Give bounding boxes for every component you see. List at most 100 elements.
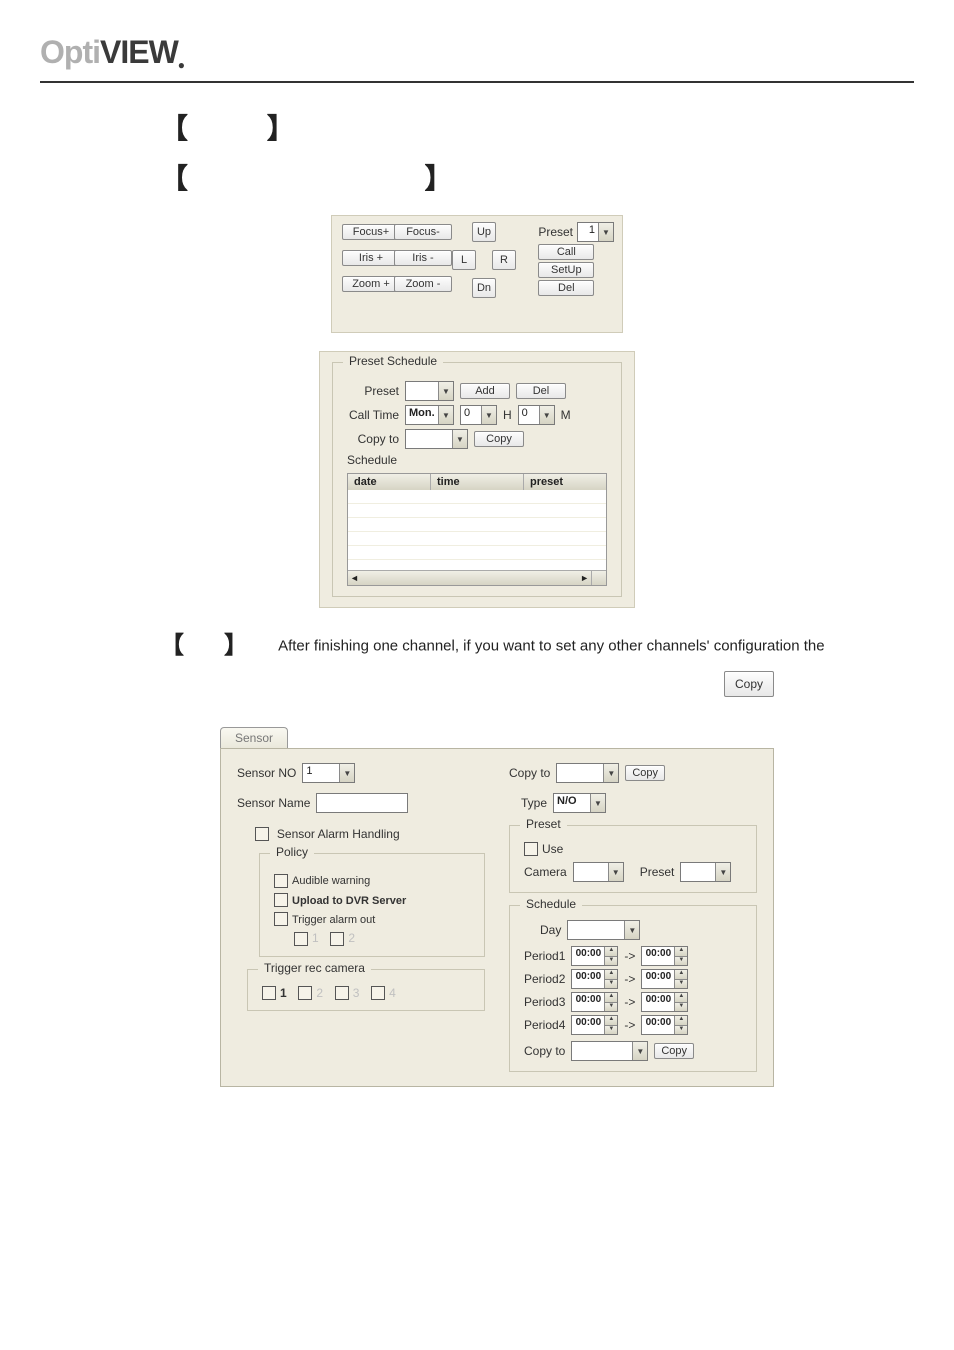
rec4-label: 4 (389, 986, 396, 1000)
preset-select[interactable]: 1▼ (577, 222, 614, 242)
out1-checkbox[interactable] (294, 932, 308, 946)
chevron-up-icon: ▲ (604, 1016, 617, 1025)
brand-part1: Opti (40, 34, 100, 70)
chevron-down-icon: ▼ (603, 764, 618, 782)
iris-minus-button[interactable]: Iris - (394, 250, 452, 266)
calltime-label: Call Time (347, 408, 399, 422)
brand-dot: ● (178, 58, 184, 72)
audible-checkbox[interactable] (274, 874, 288, 888)
copyto-label: Copy to (524, 1044, 565, 1058)
scroll-right-icon: ► (580, 573, 589, 583)
rec1-checkbox[interactable] (262, 986, 276, 1000)
use-label: Use (542, 842, 563, 856)
preset-del-button[interactable]: Del (516, 383, 566, 399)
preset-setup-button[interactable]: SetUp (538, 262, 594, 278)
preset-schedule-select[interactable]: ▼ (405, 381, 454, 401)
period-to-spinner[interactable]: 00:00▲▼ (641, 1015, 688, 1035)
out2-checkbox[interactable] (330, 932, 344, 946)
chevron-up-icon: ▲ (604, 947, 617, 956)
period-to-spinner[interactable]: 00:00▲▼ (641, 946, 688, 966)
copy-button[interactable]: Copy (474, 431, 524, 447)
period-to-spinner[interactable]: 00:00▲▼ (641, 992, 688, 1012)
copyto-select[interactable]: ▼ (556, 763, 619, 783)
copyto-select[interactable]: ▼ (405, 429, 468, 449)
col-preset: preset (524, 474, 606, 490)
camera-select[interactable]: ▼ (573, 862, 624, 882)
period-label: Period1 (524, 949, 565, 963)
period-from-spinner[interactable]: 00:00▲▼ (571, 969, 618, 989)
divider (40, 81, 914, 83)
rec2-checkbox[interactable] (298, 986, 312, 1000)
note-block: 【 Note 】 AfteAfter finishing one channel… (160, 626, 914, 697)
period-from-spinner[interactable]: 00:00▲▼ (571, 992, 618, 1012)
arrow-label: -> (624, 949, 635, 963)
chevron-up-icon: ▲ (674, 993, 687, 1002)
ptz-left-button[interactable]: L (452, 250, 476, 270)
period-row: Period400:00▲▼->00:00▲▼ (524, 1015, 742, 1035)
zoom-minus-button[interactable]: Zoom - (394, 276, 452, 292)
upload-label: Upload to DVR Server (292, 895, 406, 907)
rec3-checkbox[interactable] (335, 986, 349, 1000)
period-from-spinner[interactable]: 00:00▲▼ (571, 946, 618, 966)
ptz-panel: Focus+ Focus- Iris + Iris - Zoom + Zoom … (331, 215, 623, 333)
preset-add-button[interactable]: Add (460, 383, 510, 399)
calltime-min-select[interactable]: 0▼ (518, 405, 555, 425)
schedule-label: Schedule (192, 116, 263, 135)
sensor-tab[interactable]: Sensor (220, 727, 288, 748)
period-to-spinner[interactable]: 00:00▲▼ (641, 969, 688, 989)
chevron-down-icon: ▼ (339, 764, 354, 782)
trigger-out-checkbox[interactable] (274, 912, 288, 926)
arrow-label: -> (624, 1018, 635, 1032)
chevron-down-icon: ▼ (624, 921, 639, 939)
sensor-no-select[interactable]: 1▼ (302, 763, 355, 783)
hour-unit: H (503, 408, 512, 422)
upload-checkbox[interactable] (274, 893, 288, 907)
horizontal-scrollbar[interactable]: ◄► (348, 570, 592, 585)
sensor-name-label: Sensor Name (237, 796, 310, 810)
day-label: Day (540, 923, 561, 937)
preset-select[interactable]: ▼ (680, 862, 731, 882)
period-row: Period300:00▲▼->00:00▲▼ (524, 992, 742, 1012)
zoom-plus-button[interactable]: Zoom + (342, 276, 400, 292)
iris-plus-button[interactable]: Iris + (342, 250, 400, 266)
preset-group-title: Preset (520, 817, 567, 831)
type-select[interactable]: N/O▼ (553, 793, 606, 813)
alarm-handling-label: Sensor Alarm Handling (277, 827, 400, 841)
chevron-down-icon: ▼ (438, 406, 453, 424)
preset-call-button[interactable]: Call (538, 244, 594, 260)
preset-schedule-panel: Preset Schedule Preset ▼ Add Del Call Ti… (319, 351, 635, 608)
use-checkbox[interactable] (524, 842, 538, 856)
sensor-name-input[interactable] (316, 793, 408, 813)
preset-del-button[interactable]: Del (538, 280, 594, 296)
alarm-handling-checkbox[interactable] (255, 827, 269, 841)
focus-minus-button[interactable]: Focus- (394, 224, 452, 240)
copy-button[interactable]: Copy (724, 671, 774, 697)
section-preset: 【 Preset Setting and Scheduling 】 (160, 157, 914, 197)
calltime-hour-select[interactable]: 0▼ (460, 405, 497, 425)
min-unit: M (561, 408, 571, 422)
focus-plus-button[interactable]: Focus+ (342, 224, 400, 240)
chevron-down-icon: ▼ (632, 1042, 647, 1060)
ptz-down-button[interactable]: Dn (472, 278, 496, 298)
schedule-copyto-select[interactable]: ▼ (571, 1041, 648, 1061)
day-select[interactable]: ▼ (567, 920, 640, 940)
period-row: Period1 00:00▲▼ -> 00:00▲▼ (524, 946, 742, 966)
schedule-copy-button[interactable]: Copy (654, 1043, 694, 1059)
copy-button[interactable]: Copy (625, 765, 665, 781)
chevron-up-icon: ▲ (604, 970, 617, 979)
note-head: Note (188, 637, 220, 654)
out1-label: 1 (312, 931, 319, 945)
ptz-up-button[interactable]: Up (472, 222, 496, 242)
schedule-label: Schedule (347, 453, 607, 467)
rec4-checkbox[interactable] (371, 986, 385, 1000)
chevron-down-icon: ▼ (604, 1025, 617, 1035)
period-from-spinner[interactable]: 00:00▲▼ (571, 1015, 618, 1035)
ptz-right-button[interactable]: R (492, 250, 516, 270)
rec-group-title: Trigger rec camera (258, 961, 371, 975)
calltime-day-select[interactable]: Mon.▼ (405, 405, 454, 425)
bracket-left-icon: 【 (160, 107, 188, 147)
chevron-down-icon: ▼ (481, 406, 496, 424)
camera-label: Camera (524, 865, 567, 879)
schedule-rows (348, 490, 606, 570)
rec2-label: 2 (316, 986, 323, 1000)
